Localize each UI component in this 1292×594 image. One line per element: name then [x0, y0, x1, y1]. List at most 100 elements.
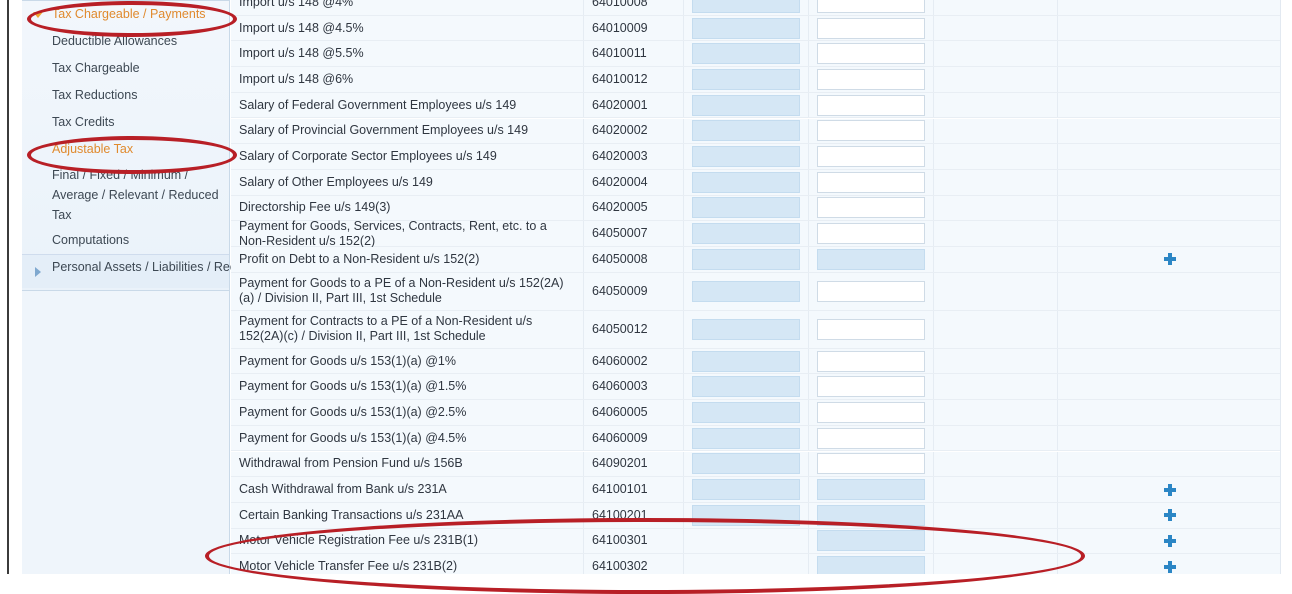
sidebar-group-tax-chargeable-payments[interactable]: Tax Chargeable / Payments	[22, 1, 229, 28]
row-amount-field-1-cell[interactable]	[684, 0, 809, 15]
row-amount-field-2[interactable]	[817, 17, 925, 39]
table-row[interactable]: Payment for Goods to a PE of a Non-Resid…	[231, 272, 1281, 311]
table-row[interactable]: Cash Withdrawal from Bank u/s 231A 641001…	[231, 477, 1281, 503]
sidebar-item-adjustable-tax[interactable]: Adjustable Tax	[22, 136, 229, 163]
table-row[interactable]: Directorship Fee u/s 149(3) 64020005	[231, 195, 1281, 222]
row-amount-field-2[interactable]	[817, 318, 925, 340]
table-row[interactable]: Payment for Goods u/s 153(1)(a) @4.5% 640…	[231, 425, 1281, 452]
row-amount-field-2-cell[interactable]	[809, 221, 934, 246]
row-amount-field-1-cell[interactable]	[684, 41, 809, 67]
row-amount-field-1-cell[interactable]	[684, 272, 809, 310]
add-row-icon[interactable]	[1163, 253, 1176, 266]
row-amount-field-2[interactable]	[817, 479, 925, 501]
row-amount-field-1-cell[interactable]	[684, 195, 809, 221]
table-row[interactable]: Salary of Corporate Sector Employees u/s…	[231, 144, 1281, 170]
row-amount-field-2[interactable]	[817, 248, 925, 270]
table-row[interactable]: Payment for Contracts to a PE of a Non-R…	[231, 310, 1281, 349]
row-action-cell[interactable]	[1058, 477, 1281, 502]
table-row[interactable]: Payment for Goods u/s 153(1)(a) @2.5% 640…	[231, 400, 1281, 426]
row-amount-field-1[interactable]	[692, 556, 800, 574]
row-amount-field-1-cell[interactable]	[684, 502, 809, 528]
row-amount-field-1-cell[interactable]	[684, 169, 809, 195]
row-amount-field-1-cell[interactable]	[684, 528, 809, 554]
row-action-cell[interactable]	[1058, 247, 1281, 272]
row-amount-field-2-cell[interactable]	[809, 41, 934, 67]
sidebar-group-personal-assets-liabilities[interactable]: Personal Assets / Liabilities / Receipts…	[22, 254, 328, 288]
add-row-icon[interactable]	[1163, 560, 1176, 573]
row-amount-field-1-cell[interactable]	[684, 451, 809, 477]
row-amount-field-2-cell[interactable]	[809, 92, 934, 118]
row-amount-field-1-cell[interactable]	[684, 348, 809, 374]
adjustable-tax-grid[interactable]: Import u/s 148 @4% 64010008 Import u/s 148…	[231, 0, 1281, 574]
row-amount-field-1[interactable]	[692, 530, 800, 551]
row-amount-field-1[interactable]	[692, 43, 800, 65]
table-row[interactable]: Payment for Goods u/s 153(1)(a) @1.5% 640…	[231, 374, 1281, 401]
row-amount-field-2-cell[interactable]	[809, 144, 934, 169]
row-amount-field-2-cell[interactable]	[809, 15, 934, 41]
row-amount-field-2[interactable]	[817, 280, 925, 302]
row-action-cell[interactable]	[1058, 554, 1281, 574]
sidebar-item-deductible-allowances[interactable]: Deductible Allowances	[22, 28, 229, 55]
row-amount-field-2-cell[interactable]	[809, 247, 934, 272]
row-amount-field-1[interactable]	[692, 350, 800, 372]
row-amount-field-2-cell[interactable]	[809, 528, 934, 554]
table-row[interactable]: Import u/s 148 @5.5% 64010011	[231, 41, 1281, 68]
row-action-cell[interactable]	[1058, 502, 1281, 528]
row-action-cell[interactable]	[1058, 528, 1281, 554]
row-amount-field-2[interactable]	[817, 556, 925, 574]
sidebar-item-tax-credits[interactable]: Tax Credits	[22, 109, 229, 136]
row-amount-field-2-cell[interactable]	[809, 272, 934, 310]
row-amount-field-2[interactable]	[817, 120, 925, 142]
table-row[interactable]: Import u/s 148 @4.5% 64010009	[231, 15, 1281, 42]
sidebar-item-tax-reductions[interactable]: Tax Reductions	[22, 82, 229, 109]
row-amount-field-2-cell[interactable]	[809, 400, 934, 425]
row-amount-field-2-cell[interactable]	[809, 310, 934, 348]
row-amount-field-2[interactable]	[817, 197, 925, 219]
caret-right-icon[interactable]	[35, 267, 41, 277]
row-amount-field-1[interactable]	[692, 479, 800, 501]
row-amount-field-2-cell[interactable]	[809, 451, 934, 477]
row-amount-field-2-cell[interactable]	[809, 374, 934, 400]
row-amount-field-1-cell[interactable]	[684, 477, 809, 502]
row-amount-field-2[interactable]	[817, 376, 925, 398]
row-amount-field-1-cell[interactable]	[684, 144, 809, 169]
row-amount-field-2-cell[interactable]	[809, 67, 934, 92]
row-amount-field-2[interactable]	[817, 350, 925, 372]
table-row[interactable]: Certain Banking Transactions u/s 231AA 64…	[231, 502, 1281, 529]
row-amount-field-1-cell[interactable]	[684, 374, 809, 400]
row-amount-field-1[interactable]	[692, 17, 800, 39]
row-amount-field-2[interactable]	[817, 68, 925, 90]
row-amount-field-1[interactable]	[692, 223, 800, 245]
table-row[interactable]: Withdrawal from Pension Fund u/s 156B 640…	[231, 451, 1281, 478]
row-amount-field-2-cell[interactable]	[809, 554, 934, 574]
row-amount-field-1[interactable]	[692, 248, 800, 270]
row-amount-field-1-cell[interactable]	[684, 67, 809, 92]
row-amount-field-1[interactable]	[692, 94, 800, 116]
row-amount-field-2[interactable]	[817, 0, 925, 13]
row-amount-field-2[interactable]	[817, 94, 925, 116]
table-row[interactable]: Payment for Goods u/s 153(1)(a) @1% 64060…	[231, 348, 1281, 375]
table-row[interactable]: Import u/s 148 @4% 64010008	[231, 0, 1281, 16]
table-row[interactable]: Salary of Federal Government Employees u…	[231, 92, 1281, 119]
row-amount-field-1[interactable]	[692, 0, 800, 13]
row-amount-field-2[interactable]	[817, 427, 925, 449]
row-amount-field-2[interactable]	[817, 146, 925, 168]
caret-down-icon[interactable]	[33, 12, 43, 18]
table-row[interactable]: Motor Vehicle Registration Fee u/s 231B(…	[231, 528, 1281, 555]
row-amount-field-1[interactable]	[692, 376, 800, 398]
row-amount-field-1[interactable]	[692, 427, 800, 449]
row-amount-field-1-cell[interactable]	[684, 310, 809, 348]
row-amount-field-2[interactable]	[817, 171, 925, 193]
row-amount-field-1-cell[interactable]	[684, 92, 809, 118]
sidebar-item-tax-chargeable[interactable]: Tax Chargeable	[22, 55, 229, 82]
sidebar-item-computations[interactable]: Computations	[22, 227, 229, 254]
sidebar-item-final-fixed-minimum-tax[interactable]: Final / Fixed / Minimum / Average / Rele…	[22, 163, 229, 227]
row-amount-field-1[interactable]	[692, 68, 800, 90]
row-amount-field-1-cell[interactable]	[684, 554, 809, 574]
row-amount-field-2-cell[interactable]	[809, 0, 934, 15]
table-row[interactable]: Import u/s 148 @6% 64010012	[231, 67, 1281, 93]
row-amount-field-2-cell[interactable]	[809, 169, 934, 195]
row-amount-field-1[interactable]	[692, 280, 800, 302]
row-amount-field-1-cell[interactable]	[684, 118, 809, 144]
add-row-icon[interactable]	[1163, 483, 1176, 496]
